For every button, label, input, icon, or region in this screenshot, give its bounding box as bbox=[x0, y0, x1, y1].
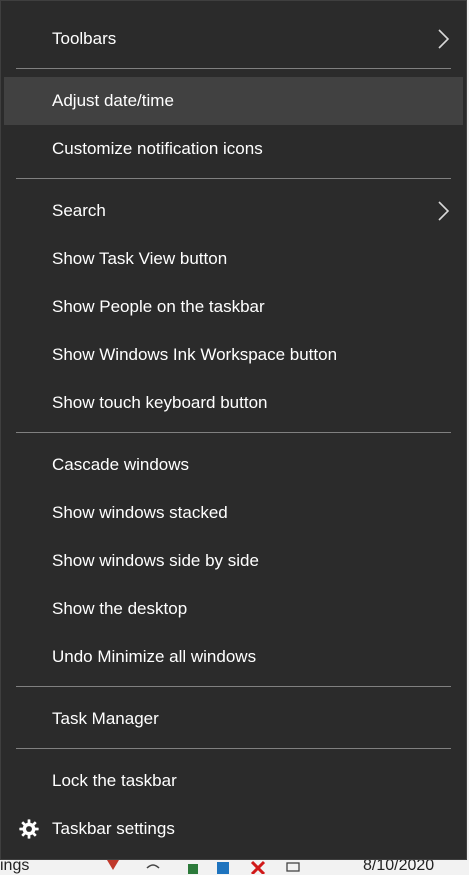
chat-icon[interactable] bbox=[285, 860, 301, 874]
app-icon[interactable] bbox=[105, 860, 121, 874]
menu-item-task-manager[interactable]: Task Manager bbox=[4, 695, 463, 743]
menu-item-lock-the-taskbar[interactable]: Lock the taskbar bbox=[4, 757, 463, 805]
menu-item-show-windows-ink-workspace[interactable]: Show Windows Ink Workspace button bbox=[4, 331, 463, 379]
menu-item-cascade-windows[interactable]: Cascade windows bbox=[4, 441, 463, 489]
taskbar-date[interactable]: 8/10/2020 bbox=[363, 860, 434, 875]
taskbar-settings-text: ings bbox=[0, 860, 30, 874]
chevron-right-icon bbox=[438, 201, 450, 221]
wifi-icon[interactable] bbox=[145, 860, 161, 874]
menu-separator bbox=[16, 432, 451, 433]
menu-item-label: Lock the taskbar bbox=[52, 771, 177, 790]
menu-item-label: Customize notification icons bbox=[52, 139, 263, 158]
menu-separator bbox=[16, 686, 451, 687]
menu-item-label: Show windows stacked bbox=[52, 503, 228, 522]
menu-item-adjust-date-time[interactable]: Adjust date/time bbox=[4, 77, 463, 125]
menu-item-customize-notification-icons[interactable]: Customize notification icons bbox=[4, 125, 463, 173]
menu-item-label: Show People on the taskbar bbox=[52, 297, 265, 316]
menu-item-label: Cascade windows bbox=[52, 455, 190, 474]
menu-item-label: Show the desktop bbox=[52, 599, 188, 618]
menu-item-label: Toolbars bbox=[52, 29, 117, 48]
menu-item-label: Adjust date/time bbox=[52, 91, 174, 110]
menu-separator bbox=[16, 748, 451, 749]
menu-item-show-task-view-button[interactable]: Show Task View button bbox=[4, 235, 463, 283]
menu-item-label: Search bbox=[52, 201, 106, 220]
menu-item-show-windows-side-by-side[interactable]: Show windows side by side bbox=[4, 537, 463, 585]
app-icon[interactable] bbox=[185, 860, 201, 874]
gear-icon bbox=[19, 819, 39, 839]
taskbar-context-menu: Toolbars Adjust date/time Customize noti… bbox=[0, 0, 467, 860]
menu-item-show-the-desktop[interactable]: Show the desktop bbox=[4, 585, 463, 633]
taskbar: ings 8/10/2020 bbox=[0, 860, 469, 875]
menu-separator bbox=[16, 68, 451, 69]
menu-item-search[interactable]: Search bbox=[4, 187, 463, 235]
app-icon[interactable] bbox=[250, 860, 266, 874]
menu-item-label: Undo Minimize all windows bbox=[52, 647, 257, 666]
menu-item-label: Show Task View button bbox=[52, 249, 228, 268]
menu-item-show-people[interactable]: Show People on the taskbar bbox=[4, 283, 463, 331]
menu-item-show-windows-stacked[interactable]: Show windows stacked bbox=[4, 489, 463, 537]
menu-item-show-touch-keyboard[interactable]: Show touch keyboard button bbox=[4, 379, 463, 427]
menu-item-toolbars[interactable]: Toolbars bbox=[4, 15, 463, 63]
menu-separator bbox=[16, 178, 451, 179]
menu-item-label: Show Windows Ink Workspace button bbox=[52, 345, 338, 364]
app-icon[interactable] bbox=[215, 860, 231, 874]
menu-item-undo-minimize-all[interactable]: Undo Minimize all windows bbox=[4, 633, 463, 681]
menu-item-taskbar-settings[interactable]: Taskbar settings bbox=[4, 805, 463, 853]
chevron-right-icon bbox=[438, 29, 450, 49]
menu-item-label: Taskbar settings bbox=[52, 819, 175, 838]
menu-item-label: Show windows side by side bbox=[52, 551, 259, 570]
menu-item-label: Task Manager bbox=[52, 709, 159, 728]
menu-item-label: Show touch keyboard button bbox=[52, 393, 268, 412]
